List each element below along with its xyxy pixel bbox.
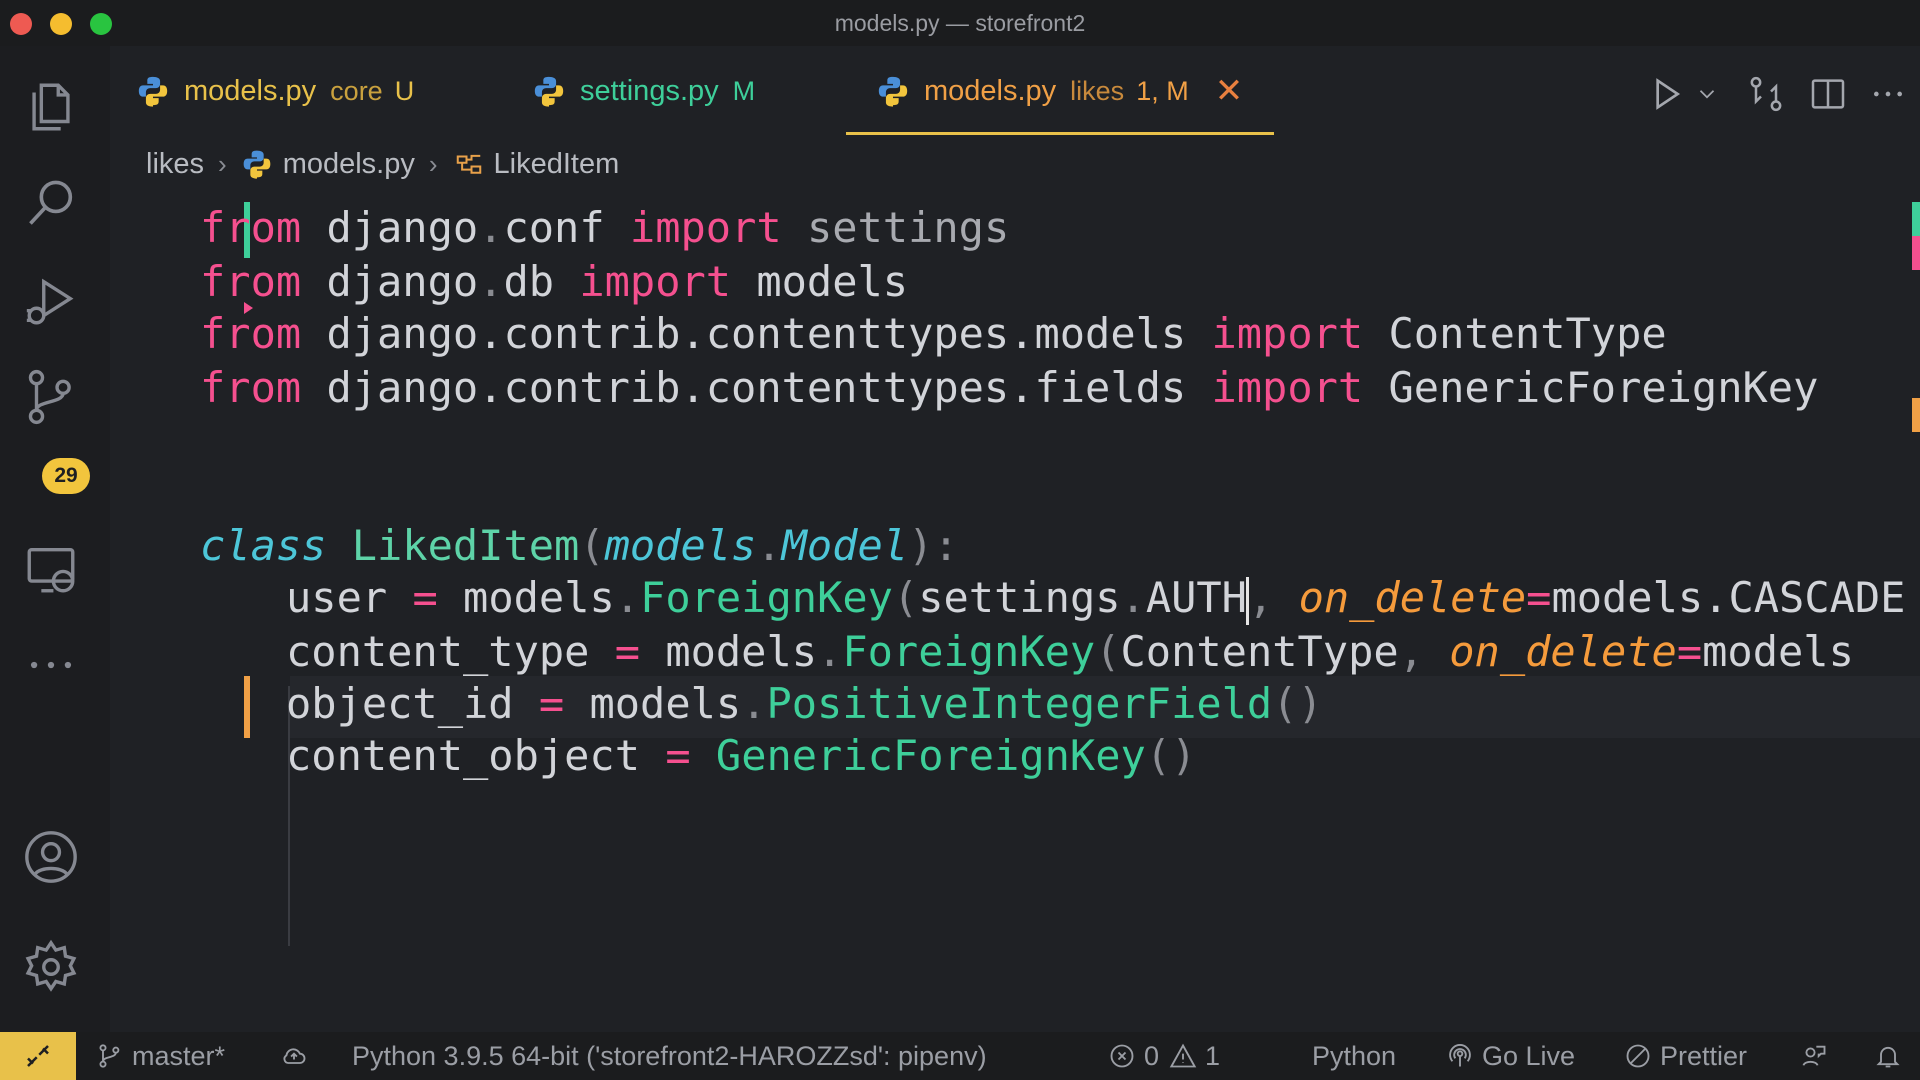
tab-problems-status: 1, M <box>1136 75 1189 106</box>
close-tab-icon[interactable]: ✕ <box>1215 71 1244 111</box>
chevron-right-icon: › <box>428 148 438 179</box>
python-file-icon <box>243 150 271 179</box>
sync-status[interactable] <box>280 1032 316 1080</box>
run-file-icon[interactable] <box>1646 74 1686 114</box>
source-control-icon[interactable] <box>22 368 80 426</box>
remote-indicator-button[interactable] <box>0 1032 76 1080</box>
title-bar: models.py — storefront2 <box>0 0 1920 46</box>
more-actions-icon[interactable] <box>1868 74 1908 114</box>
tab-filename: settings.py <box>580 74 719 107</box>
tab-git-status: U <box>394 75 415 106</box>
code-line: class LikedItem(models.Model): <box>200 521 959 570</box>
git-branch-icon <box>99 1044 120 1068</box>
code-line: content_type = models.ForeignKey(Content… <box>286 627 1854 676</box>
run-debug-icon[interactable] <box>22 272 80 330</box>
window-title: models.py — storefront2 <box>834 10 1086 36</box>
prettier-disabled-icon <box>1626 1044 1650 1068</box>
activity-bar: 29 <box>0 46 110 1032</box>
interpreter-label: Python 3.9.5 64-bit ('storefront2-HAROZZ… <box>352 1040 987 1071</box>
prettier-label: Prettier <box>1660 1040 1748 1071</box>
code-line: content_object = GenericForeignKey() <box>286 731 1197 780</box>
open-changes-icon[interactable] <box>1746 74 1786 114</box>
branch-status[interactable]: master* <box>96 1032 225 1080</box>
breadcrumb: likes › models.py › LikedItem <box>146 144 619 184</box>
more-icon[interactable] <box>22 636 80 694</box>
branch-name: master* <box>132 1040 226 1071</box>
error-count: 0 <box>1144 1040 1160 1071</box>
run-dropdown-chevron-icon[interactable] <box>1694 74 1720 114</box>
account-icon[interactable] <box>22 828 80 886</box>
tab-folder: likes <box>1070 75 1125 106</box>
code-line: from django.conf import settings <box>200 203 1010 252</box>
active-tab-indicator <box>846 132 1274 135</box>
code-editor[interactable]: from django.conf import settings from dj… <box>200 198 1920 958</box>
go-live-label: Go Live <box>1482 1040 1576 1071</box>
code-line-current: user = models.ForeignKey(settings.AUTH, … <box>286 568 1905 628</box>
broadcast-icon <box>1449 1044 1471 1067</box>
tab-filename: models.py <box>924 74 1057 107</box>
python-file-icon <box>534 76 564 107</box>
remote-explorer-icon[interactable] <box>22 540 80 598</box>
problems-status[interactable]: 0 1 <box>1108 1032 1220 1080</box>
code-line: from django.db import models <box>200 257 909 306</box>
tab-bar: models.py core U settings.py M models.py… <box>110 46 1920 136</box>
class-symbol-icon <box>456 154 481 174</box>
split-editor-icon[interactable] <box>1808 74 1848 114</box>
tab-models-core[interactable]: models.py core U <box>136 46 426 136</box>
feedback-status[interactable] <box>1800 1032 1836 1080</box>
error-icon <box>1110 1044 1134 1068</box>
breadcrumb-symbol[interactable]: LikedItem <box>494 148 620 181</box>
source-control-badge: 29 <box>42 458 90 494</box>
language-label: Python <box>1312 1040 1397 1071</box>
prettier-status[interactable]: Prettier <box>1624 1032 1747 1080</box>
breadcrumb-folder[interactable]: likes <box>146 148 204 181</box>
scrollbar-added-marker <box>1912 202 1920 236</box>
breadcrumb-file[interactable]: models.py <box>283 148 415 181</box>
warning-icon <box>1169 1043 1197 1068</box>
cloud-upload-icon <box>283 1048 306 1064</box>
tab-git-status: M <box>732 75 756 106</box>
editor-area: models.py core U settings.py M models.py… <box>110 46 1920 1032</box>
git-modified-marker <box>244 676 250 738</box>
settings-gear-icon[interactable] <box>22 938 80 996</box>
tab-models-likes[interactable]: models.py likes 1, M ✕ <box>876 46 1243 136</box>
tab-folder: core <box>330 75 383 106</box>
chevron-right-icon: › <box>218 148 227 179</box>
code-line: object_id = models.PositiveIntegerField(… <box>286 679 1323 728</box>
remote-icon <box>27 1045 49 1067</box>
scrollbar-modified-marker <box>1912 398 1920 432</box>
tab-settings[interactable]: settings.py M <box>532 46 767 136</box>
explorer-icon[interactable] <box>22 78 80 136</box>
language-mode-status[interactable]: Python <box>1312 1032 1396 1080</box>
python-file-icon <box>138 76 168 107</box>
go-live-status[interactable]: Go Live <box>1446 1032 1575 1080</box>
status-bar: master* Python 3.9.5 64-bit ('storefront… <box>0 1032 1920 1080</box>
scrollbar-deleted-marker <box>1912 236 1920 270</box>
python-interpreter-status[interactable]: Python 3.9.5 64-bit ('storefront2-HAROZZ… <box>352 1032 987 1080</box>
warning-count: 1 <box>1205 1040 1221 1071</box>
search-icon[interactable] <box>22 174 80 232</box>
bell-icon <box>1876 1046 1900 1068</box>
python-file-icon <box>878 76 908 107</box>
code-line: from django.contrib.contenttypes.models … <box>200 309 1667 358</box>
feedback-person-icon <box>1802 1045 1826 1066</box>
code-line: from django.contrib.contenttypes.fields … <box>200 363 1819 412</box>
tab-filename: models.py <box>184 74 317 107</box>
notifications-status[interactable] <box>1874 1032 1910 1080</box>
